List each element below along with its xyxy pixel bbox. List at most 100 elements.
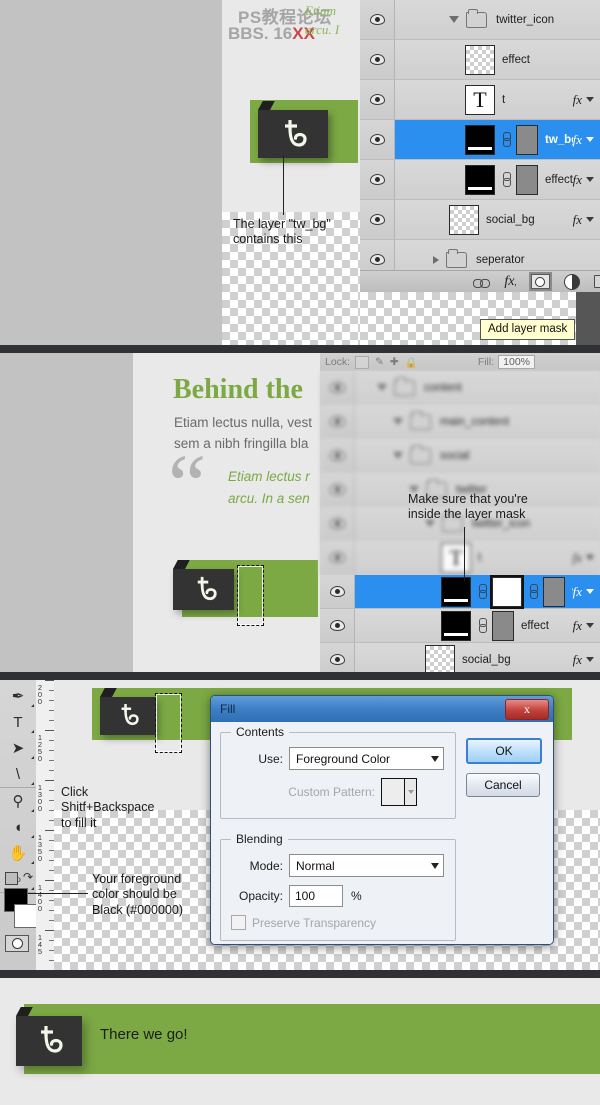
layer-row[interactable]: social	[320, 439, 600, 473]
layer-mask-thumbnail[interactable]	[490, 574, 524, 609]
fx-expand-icon[interactable]	[586, 657, 594, 662]
lock-image-icon[interactable]: ✎	[375, 356, 384, 368]
layer-fx-icon[interactable]: fx	[573, 212, 586, 228]
cancel-button[interactable]: Cancel	[466, 773, 540, 797]
ok-button[interactable]: OK	[466, 738, 542, 764]
fx-expand-icon[interactable]	[586, 555, 594, 560]
layer-visibility-toggle[interactable]	[360, 0, 395, 39]
mode-select[interactable]: Normal	[289, 854, 444, 877]
blur-tool-icon[interactable]: ◖	[0, 814, 36, 840]
lock-all-icon[interactable]: 🔒	[405, 356, 418, 369]
layer-fx-icon[interactable]: fx	[573, 618, 586, 634]
swap-colors-icon[interactable]	[5, 872, 18, 885]
preserve-transparency-row[interactable]: Preserve Transparency	[231, 915, 445, 930]
layer-visibility-toggle[interactable]	[360, 80, 395, 119]
layer-visibility-toggle[interactable]	[320, 609, 355, 642]
mask-link-icon[interactable]	[529, 584, 538, 599]
custom-pattern-picker[interactable]	[381, 778, 417, 806]
fx-icon[interactable]: fx,	[504, 274, 516, 290]
fx-expand-icon[interactable]	[586, 137, 594, 142]
layer-fx-icon[interactable]: fx	[573, 132, 586, 148]
fx-expand-icon[interactable]	[586, 589, 594, 594]
close-icon[interactable]: x	[505, 699, 549, 720]
vector-mask-thumbnail[interactable]	[543, 576, 565, 607]
layer-row[interactable]: effect fx	[360, 160, 600, 200]
link-icon[interactable]	[473, 275, 491, 289]
layers-panel[interactable]: twitter_iconeffectTtfxtw_bgfxeffectfxsoc…	[360, 0, 600, 345]
layer-visibility-toggle[interactable]	[360, 200, 395, 239]
layer-fx-icon[interactable]: fx	[573, 584, 586, 600]
chevron-down-icon[interactable]	[393, 418, 403, 425]
layer-row[interactable]: main_content	[320, 405, 600, 439]
layers-bottom-toolbar[interactable]: fx,	[360, 270, 600, 292]
layer-row[interactable]: effect fx	[320, 609, 600, 643]
layer-thumbnail[interactable]	[465, 44, 495, 75]
type-tool-icon[interactable]: T	[0, 709, 36, 735]
layer-thumbnail[interactable]	[465, 124, 495, 155]
mask-link-icon[interactable]	[478, 618, 487, 633]
layer-thumbnail-text[interactable]: T	[465, 84, 495, 115]
layer-thumbnail[interactable]	[449, 204, 479, 235]
layer-visibility-toggle[interactable]	[360, 120, 395, 159]
adjustment-layer-icon[interactable]	[563, 273, 580, 290]
layer-thumbnail[interactable]	[465, 164, 495, 195]
layer-thumbnail[interactable]	[441, 610, 471, 641]
layer-visibility-toggle[interactable]	[320, 473, 355, 506]
layer-fx-icon[interactable]: fx	[573, 550, 586, 566]
swap-arrow-icon[interactable]: ↷	[23, 870, 33, 884]
fx-expand-icon[interactable]	[586, 217, 594, 222]
layer-visibility-toggle[interactable]	[320, 371, 355, 404]
dialog-titlebar[interactable]: Fill x	[211, 696, 553, 722]
mask-link-icon[interactable]	[478, 584, 487, 599]
vector-mask-thumbnail[interactable]	[516, 164, 538, 195]
layer-fx-icon[interactable]: fx	[573, 172, 586, 188]
layer-row[interactable]: social_bg fx	[320, 643, 600, 672]
layer-visibility-toggle[interactable]	[320, 439, 355, 472]
layer-visibility-toggle[interactable]	[320, 643, 355, 672]
layer-thumbnail[interactable]	[425, 644, 455, 672]
pattern-dropdown-icon[interactable]	[404, 779, 416, 805]
layer-visibility-toggle[interactable]	[320, 541, 355, 574]
fill-dialog[interactable]: Fill x Contents Use: Foreground Color Cu…	[210, 695, 554, 945]
layer-row[interactable]: tw_bgfx	[360, 120, 600, 160]
chevron-down-icon[interactable]	[449, 16, 459, 23]
fill-value[interactable]: 100%	[498, 355, 536, 369]
layer-visibility-toggle[interactable]	[360, 40, 395, 79]
layer-visibility-toggle[interactable]	[320, 405, 355, 438]
mask-link-icon[interactable]	[502, 132, 511, 147]
vector-mask-thumbnail[interactable]	[516, 124, 538, 155]
chevron-down-icon[interactable]	[377, 384, 387, 391]
layer-thumbnail[interactable]	[441, 576, 471, 607]
chevron-down-icon[interactable]	[393, 452, 403, 459]
layer-row[interactable]: content	[320, 371, 600, 405]
layer-row[interactable]: effect	[360, 40, 600, 80]
path-selection-tool-icon[interactable]: ➤	[0, 735, 36, 761]
background-color-swatch[interactable]	[14, 904, 38, 928]
layer-fx-icon[interactable]: fx	[573, 92, 586, 108]
new-group-icon[interactable]	[593, 275, 600, 288]
line-tool-icon[interactable]: \	[0, 761, 36, 788]
layer-row[interactable]: social_bg fx	[360, 200, 600, 240]
mask-link-icon[interactable]	[502, 172, 511, 187]
lock-position-icon[interactable]: ✚	[390, 356, 399, 368]
fx-expand-icon[interactable]	[586, 177, 594, 182]
layer-row[interactable]: tw_bgfx	[320, 574, 600, 609]
layer-visibility-toggle[interactable]	[320, 507, 355, 540]
use-select[interactable]: Foreground Color	[289, 747, 444, 770]
opacity-input[interactable]: 100	[289, 885, 343, 907]
layer-fx-icon[interactable]: fx	[573, 652, 586, 668]
layer-row[interactable]: Tt fx	[360, 80, 600, 120]
options-bar[interactable]: Lock: ✎ ✚ 🔒 Fill: 100%	[320, 353, 600, 371]
layer-row[interactable]: twitter_icon	[360, 0, 600, 40]
layer-thumbnail-text[interactable]: T	[441, 542, 471, 573]
chevron-right-icon[interactable]	[433, 255, 439, 264]
dodge-tool-icon[interactable]: ⚲	[0, 788, 36, 814]
layer-row[interactable]: Tt fx	[320, 541, 600, 575]
add-layer-mask-icon[interactable]	[528, 272, 552, 291]
pen-tool-icon[interactable]: ✒	[0, 683, 36, 709]
preserve-transparency-checkbox[interactable]	[231, 915, 246, 930]
fx-expand-icon[interactable]	[586, 623, 594, 628]
fx-expand-icon[interactable]	[586, 97, 594, 102]
layer-visibility-toggle[interactable]	[320, 575, 355, 608]
vector-mask-thumbnail[interactable]	[492, 610, 514, 641]
